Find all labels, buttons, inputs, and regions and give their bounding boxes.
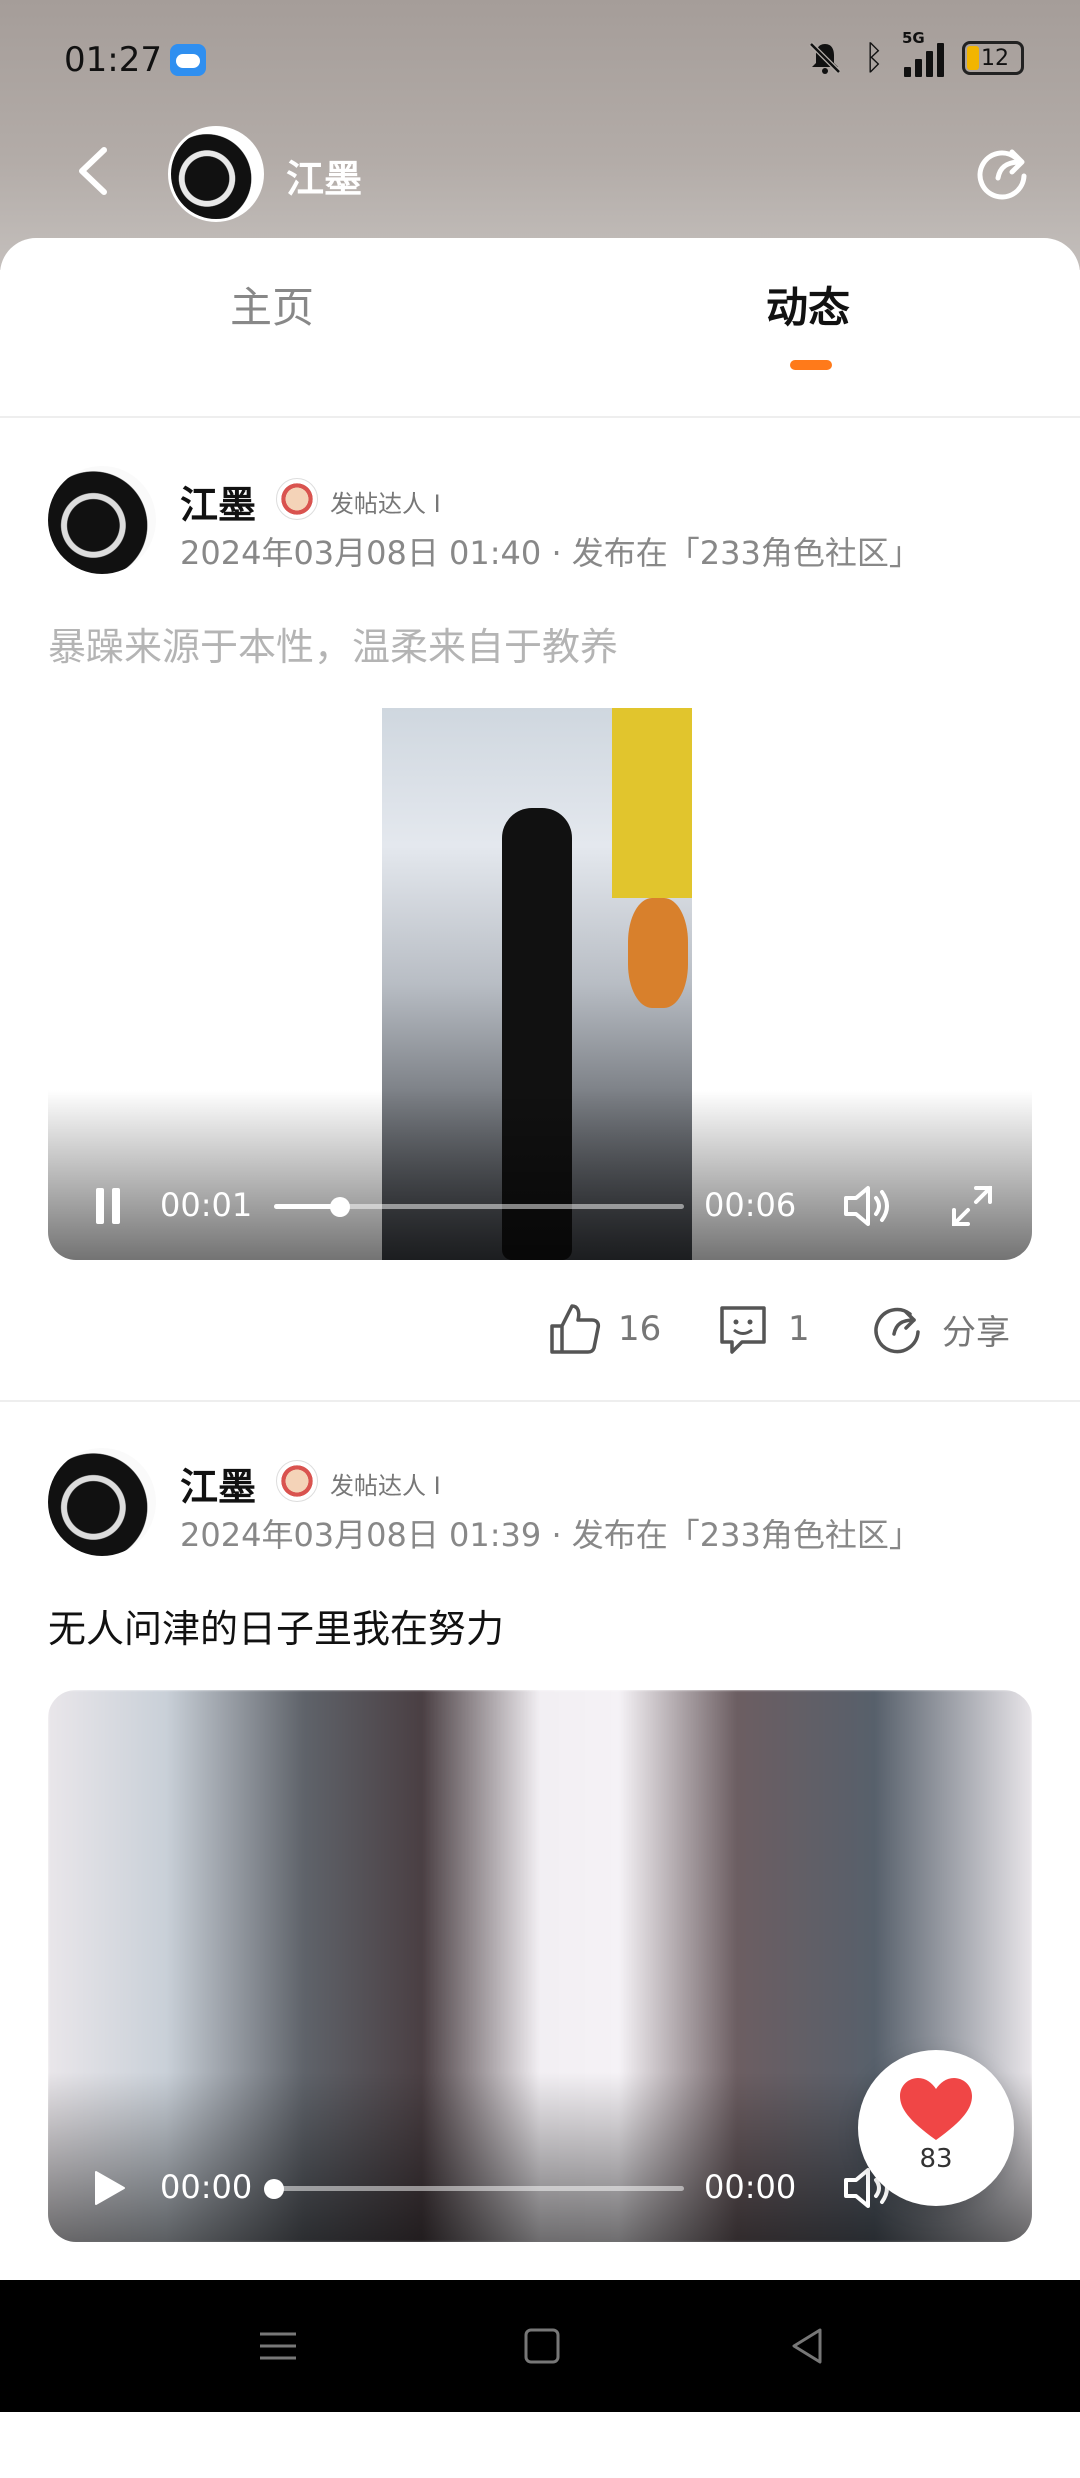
- post-text: 无人问津的日子里我在努力: [48, 1607, 505, 1651]
- badge-icon: [276, 478, 318, 520]
- pause-icon[interactable]: [88, 1186, 128, 1226]
- like-count: 16: [618, 1309, 662, 1349]
- battery-icon: 12: [962, 41, 1024, 75]
- heart-icon: [900, 2078, 972, 2140]
- back-arrow-icon[interactable]: [70, 146, 120, 196]
- badge-label: 发帖达人 I: [330, 490, 441, 518]
- bluetooth-icon: ᛒ: [863, 38, 885, 78]
- video-player[interactable]: 00:01 00:06: [48, 708, 1032, 1260]
- video-total-time: 00:06: [704, 1186, 797, 1224]
- weather-icon: [170, 44, 206, 76]
- video-progress-bar[interactable]: [274, 1197, 684, 1217]
- content-card: 主页 动态 江墨 发帖达人 I 2024年03月08日 01:40 · 发布在「…: [0, 238, 1080, 2280]
- badge-label: 发帖达人 I: [330, 1472, 441, 1500]
- divider: [0, 1400, 1080, 1402]
- share-label: 分享: [942, 1312, 1010, 1353]
- post-card[interactable]: 江墨 发帖达人 I 2024年03月08日 01:40 · 发布在「233角色社…: [0, 466, 1080, 1354]
- signal-icon: 5G: [902, 29, 944, 77]
- tab-bar: 主页 动态: [0, 238, 1080, 370]
- like-float-button[interactable]: 83: [858, 2050, 1014, 2206]
- comment-icon: [720, 1306, 766, 1354]
- post-avatar[interactable]: [48, 466, 156, 574]
- divider: [0, 416, 1080, 418]
- system-nav-bar: [0, 2280, 1080, 2412]
- comment-count: 1: [788, 1309, 810, 1349]
- share-icon[interactable]: [972, 142, 1032, 202]
- tab-indicator: [790, 360, 832, 370]
- share-arrow-icon: [874, 1307, 920, 1354]
- fullscreen-icon[interactable]: [948, 1182, 996, 1230]
- home-square-icon[interactable]: [516, 2320, 568, 2372]
- video-total-time: 00:00: [704, 2168, 797, 2206]
- profile-name: 江墨: [286, 157, 363, 201]
- tab-home[interactable]: 主页: [230, 274, 314, 335]
- post-meta: 2024年03月08日 01:40 · 发布在「233角色社区」: [180, 534, 921, 572]
- battery-level: 12: [981, 46, 1009, 71]
- status-bar: 01:27 ᛒ 5G 12: [0, 0, 1080, 120]
- badge-icon: [276, 1460, 318, 1502]
- video-controls: 00:01 00:06: [48, 1174, 1032, 1234]
- post-actions: 16 1 分享: [0, 1300, 1080, 1370]
- post-author: 江墨: [180, 1465, 257, 1509]
- like-float-count: 83: [919, 2144, 953, 2174]
- share-button[interactable]: 分享: [868, 1300, 1010, 1358]
- like-button[interactable]: 16: [544, 1300, 661, 1358]
- video-current-time: 00:01: [160, 1186, 253, 1224]
- volume-icon[interactable]: [842, 1182, 894, 1230]
- thumbs-up-icon: [550, 1304, 601, 1354]
- tab-feed[interactable]: 动态: [766, 274, 850, 335]
- menu-icon[interactable]: [252, 2320, 304, 2372]
- mute-bell-icon: [809, 42, 841, 74]
- video-progress-bar[interactable]: [264, 2179, 684, 2199]
- play-icon[interactable]: [88, 2168, 128, 2208]
- network-type: 5G: [902, 29, 925, 47]
- profile-avatar[interactable]: [168, 126, 264, 222]
- post-author: 江墨: [180, 483, 257, 527]
- post-meta: 2024年03月08日 01:39 · 发布在「233角色社区」: [180, 1516, 921, 1554]
- back-triangle-icon[interactable]: [782, 2320, 834, 2372]
- video-current-time: 00:00: [160, 2168, 253, 2206]
- status-time: 01:27: [64, 40, 162, 80]
- post-text: 暴躁来源于本性，温柔来自于教养: [48, 625, 619, 669]
- post-avatar[interactable]: [48, 1448, 156, 1556]
- comment-button[interactable]: 1: [714, 1300, 810, 1358]
